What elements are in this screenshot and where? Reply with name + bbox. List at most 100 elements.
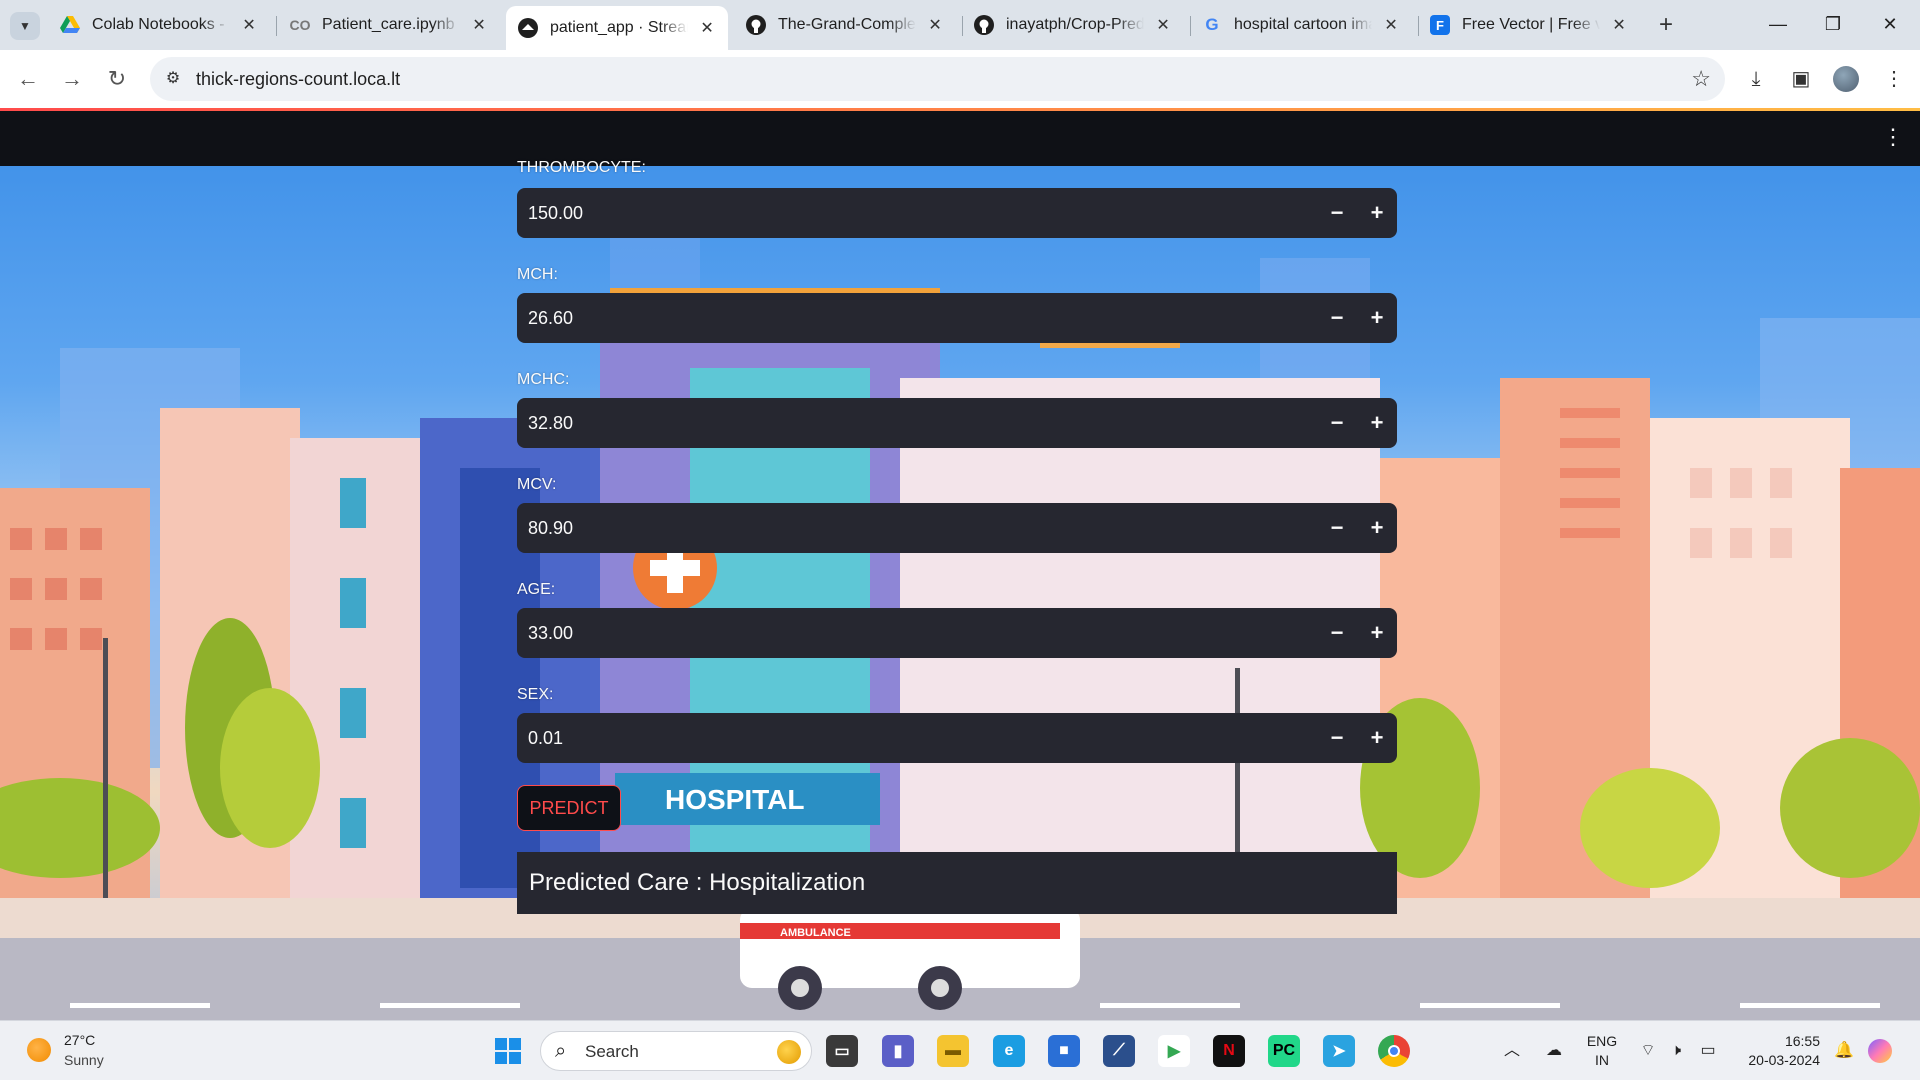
teams-chat-icon[interactable]: ▮	[882, 1035, 914, 1067]
close-icon[interactable]: ✕	[1154, 15, 1172, 35]
windows-taskbar: 27°C Sunny ⌕ Search ▭ ▮ ▬ e ■ ⟋ ▶ N PC ➤…	[0, 1020, 1920, 1080]
browser-tab-colab-drive[interactable]: Colab Notebooks - Google Drive ✕	[48, 6, 270, 44]
age-increment-button[interactable]: +	[1357, 608, 1397, 658]
mchc-increment-button[interactable]: +	[1357, 398, 1397, 448]
sex-value[interactable]: 0.01	[517, 728, 1317, 749]
side-panel-icon[interactable]: ▣	[1787, 65, 1815, 93]
mcv-number-input[interactable]: 80.90 − +	[517, 503, 1397, 553]
url-text[interactable]: thick-regions-count.loca.lt	[196, 69, 400, 90]
onedrive-cloud-icon[interactable]: ☁	[1542, 1039, 1566, 1063]
age-value[interactable]: 33.00	[517, 623, 1317, 644]
tab-title: Colab Notebooks - Google Drive	[92, 16, 230, 33]
weather-temperature[interactable]: 27°C	[64, 1032, 95, 1048]
freepik-icon: F	[1430, 15, 1450, 35]
chrome-icon[interactable]	[1378, 1035, 1410, 1067]
restore-button[interactable]: ❐	[1813, 8, 1853, 40]
profile-avatar[interactable]	[1833, 66, 1859, 92]
clock-date[interactable]: 20-03-2024	[1736, 1052, 1820, 1068]
close-icon[interactable]: ✕	[926, 15, 944, 35]
close-icon[interactable]: ✕	[470, 15, 488, 35]
weather-condition[interactable]: Sunny	[64, 1052, 104, 1068]
sex-label: SEX:	[517, 686, 554, 703]
netflix-icon[interactable]: N	[1213, 1035, 1245, 1067]
mch-label: MCH:	[517, 266, 558, 283]
mch-number-input[interactable]: 26.60 − +	[517, 293, 1397, 343]
edge-browser-icon[interactable]: e	[993, 1035, 1025, 1067]
back-button[interactable]: ←	[14, 65, 42, 93]
notification-bell-icon[interactable]: 🔔	[1832, 1039, 1856, 1063]
browser-tab-grand-complete[interactable]: The-Grand-Complete-Data-Science ✕	[734, 6, 956, 44]
site-settings-icon[interactable]: ⚙	[162, 68, 184, 90]
wifi-icon[interactable]: ⌔	[1636, 1039, 1660, 1063]
microsoft-store-icon[interactable]: ■	[1048, 1035, 1080, 1067]
prediction-result: Predicted Care : Hospitalization	[517, 852, 1397, 914]
browser-tab-patient-app[interactable]: patient_app · Streamlit ✕	[506, 6, 728, 50]
mch-value[interactable]: 26.60	[517, 308, 1317, 329]
predict-button[interactable]: PREDICT	[517, 785, 621, 831]
browser-tab-free-vector[interactable]: F Free Vector | Free vector ✕	[1418, 6, 1640, 44]
browser-tab-crop-prediction[interactable]: inayatph/Crop-Prediction ✕	[962, 6, 1184, 44]
sex-number-input[interactable]: 0.01 − +	[517, 713, 1397, 763]
clock-time[interactable]: 16:55	[1736, 1033, 1820, 1049]
address-bar[interactable]: ⚙ thick-regions-count.loca.lt ☆	[150, 57, 1725, 101]
mch-increment-button[interactable]: +	[1357, 293, 1397, 343]
tab-title: hospital cartoon images	[1234, 16, 1372, 33]
bookmark-star-icon[interactable]: ☆	[1691, 66, 1711, 92]
language-indicator[interactable]: ENG	[1584, 1033, 1620, 1049]
tab-search-button[interactable]: ▼	[10, 12, 40, 40]
thrombocyte-decrement-button[interactable]: −	[1317, 188, 1357, 238]
close-icon[interactable]: ✕	[698, 18, 716, 38]
new-tab-button[interactable]: +	[1652, 12, 1680, 40]
region-indicator[interactable]: IN	[1584, 1052, 1620, 1068]
windows-start-icon[interactable]	[492, 1035, 524, 1067]
close-icon[interactable]: ✕	[240, 15, 258, 35]
google-icon: G	[1205, 15, 1219, 34]
close-icon[interactable]: ✕	[1610, 15, 1628, 35]
age-decrement-button[interactable]: −	[1317, 608, 1357, 658]
mch-decrement-button[interactable]: −	[1317, 293, 1357, 343]
mchc-value[interactable]: 32.80	[517, 413, 1317, 434]
copilot-icon[interactable]	[1868, 1039, 1892, 1063]
thrombocyte-increment-button[interactable]: +	[1357, 188, 1397, 238]
pycharm-icon[interactable]: PC	[1268, 1035, 1300, 1067]
mchc-label: MCHC:	[517, 371, 570, 388]
taskbar-search-placeholder: Search	[585, 1042, 639, 1061]
github-icon	[974, 15, 994, 35]
browser-menu-icon[interactable]: ⋮	[1880, 65, 1908, 93]
thrombocyte-number-input[interactable]: 150.00 − +	[517, 188, 1397, 238]
main-menu-icon[interactable]: ⋮	[1882, 122, 1904, 152]
age-number-input[interactable]: 33.00 − +	[517, 608, 1397, 658]
forward-button[interactable]: →	[58, 65, 86, 93]
tab-title: patient_app · Streamlit	[550, 19, 688, 36]
mchc-decrement-button[interactable]: −	[1317, 398, 1357, 448]
minimize-button[interactable]: —	[1758, 8, 1798, 40]
reload-button[interactable]: ↻	[103, 65, 131, 93]
task-view-icon[interactable]: ▭	[826, 1035, 858, 1067]
thrombocyte-value[interactable]: 150.00	[517, 203, 1317, 224]
battery-icon[interactable]: ▭	[1696, 1039, 1720, 1063]
mcv-label: MCV:	[517, 476, 557, 493]
volume-icon[interactable]: 🕨	[1664, 1039, 1688, 1063]
close-icon[interactable]: ✕	[1382, 15, 1400, 35]
reload-icon: ↻	[107, 66, 127, 91]
mcv-value[interactable]: 80.90	[517, 518, 1317, 539]
search-highlight-icon	[777, 1040, 801, 1064]
google-play-icon[interactable]: ▶	[1158, 1035, 1190, 1067]
browser-tab-patient-care[interactable]: CO Patient_care.ipynb - Colab ✕	[278, 6, 500, 44]
telegram-icon[interactable]: ➤	[1323, 1035, 1355, 1067]
github-icon	[746, 15, 766, 35]
mcv-increment-button[interactable]: +	[1357, 503, 1397, 553]
close-window-button[interactable]: ✕	[1870, 8, 1910, 40]
sex-decrement-button[interactable]: −	[1317, 713, 1357, 763]
sun-icon[interactable]	[27, 1038, 51, 1062]
sex-increment-button[interactable]: +	[1357, 713, 1397, 763]
file-explorer-icon[interactable]: ▬	[937, 1035, 969, 1067]
show-hidden-icons-chevron-icon[interactable]: ︿	[1500, 1039, 1524, 1063]
mcv-decrement-button[interactable]: −	[1317, 503, 1357, 553]
tab-title: The-Grand-Complete-Data-Science	[778, 16, 916, 33]
taskbar-search-box[interactable]: ⌕ Search	[540, 1031, 812, 1071]
browser-tab-hospital-cartoon[interactable]: G hospital cartoon images ✕	[1190, 6, 1412, 44]
mchc-number-input[interactable]: 32.80 − +	[517, 398, 1397, 448]
downloads-icon[interactable]: ⤓	[1742, 65, 1770, 93]
pycharm-ide-icon[interactable]: ⟋	[1103, 1035, 1135, 1067]
